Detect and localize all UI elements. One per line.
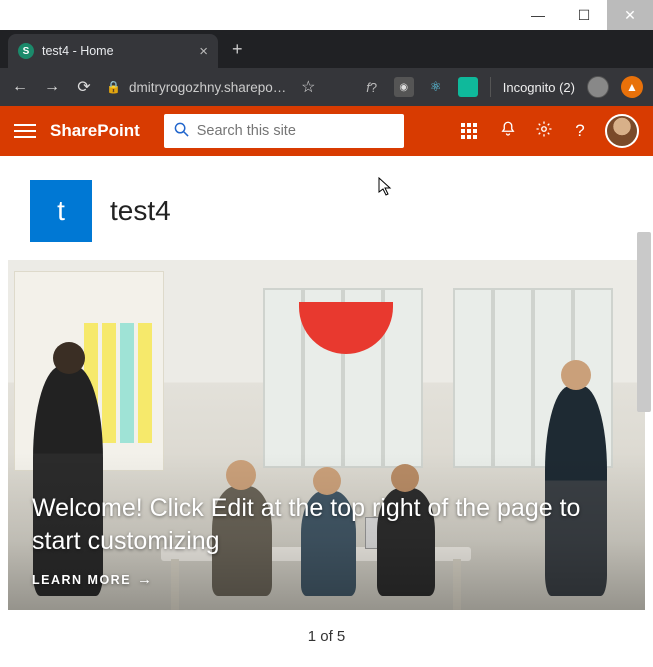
- app-launcher-button[interactable]: [461, 123, 483, 139]
- reload-button[interactable]: ⟳: [74, 77, 94, 97]
- search-box[interactable]: [164, 114, 404, 148]
- lock-icon: 🔒: [106, 80, 121, 94]
- page-content: Welcome! Click Edit at the top right of …: [0, 260, 653, 663]
- window-minimize-button[interactable]: —: [515, 0, 561, 30]
- vertical-scrollbar[interactable]: [637, 232, 651, 572]
- search-input[interactable]: [197, 123, 394, 139]
- window-maximize-button[interactable]: ☐: [561, 0, 607, 30]
- hero-image-lamp: [299, 302, 393, 354]
- learn-more-label: LEARN MORE: [32, 573, 131, 587]
- window-controls: — ☐ ✕: [0, 0, 653, 30]
- site-title: test4: [110, 195, 171, 227]
- gear-icon: [535, 120, 553, 138]
- extension-camera-icon[interactable]: ◉: [394, 77, 414, 97]
- hero-webpart[interactable]: Welcome! Click Edit at the top right of …: [8, 260, 645, 610]
- site-logo[interactable]: t: [30, 180, 92, 242]
- browser-tab-strip: S test4 - Home × +: [0, 30, 653, 68]
- scrollbar-thumb[interactable]: [637, 232, 651, 412]
- hero-image-window: [453, 288, 613, 468]
- search-icon: [174, 122, 189, 141]
- carousel-pager: 1 of 5: [4, 610, 649, 663]
- new-tab-button[interactable]: +: [232, 39, 243, 60]
- react-devtools-icon[interactable]: ⚛: [426, 77, 446, 97]
- sharepoint-suite-bar: SharePoint ?: [0, 106, 653, 156]
- back-button[interactable]: ←: [10, 78, 30, 96]
- learn-more-link[interactable]: LEARN MORE →: [32, 571, 585, 588]
- address-bar[interactable]: 🔒 dmitryrogozhny.sharepo…: [106, 80, 286, 95]
- help-button[interactable]: ?: [569, 121, 591, 141]
- url-text: dmitryrogozhny.sharepo…: [129, 80, 286, 95]
- browser-toolbar: ← → ⟳ 🔒 dmitryrogozhny.sharepo… ☆ f? ◉ ⚛…: [0, 68, 653, 106]
- window-close-button[interactable]: ✕: [607, 0, 653, 30]
- incognito-avatar-icon[interactable]: [587, 76, 609, 98]
- nav-menu-button[interactable]: [14, 124, 36, 138]
- forward-button[interactable]: →: [42, 78, 62, 96]
- notifications-button[interactable]: [497, 120, 519, 143]
- hero-title: Welcome! Click Edit at the top right of …: [32, 492, 585, 557]
- bookmark-star-icon[interactable]: ☆: [298, 77, 318, 97]
- hero-image-whiteboard: [14, 271, 164, 471]
- pager-text: 1 of 5: [308, 628, 346, 645]
- extension-icons: f? ◉ ⚛: [362, 77, 478, 97]
- tab-title: test4 - Home: [42, 44, 191, 58]
- site-header: t test4: [0, 156, 653, 260]
- arrow-right-icon: →: [137, 571, 154, 588]
- profile-avatar[interactable]: [605, 114, 639, 148]
- extension-f-icon[interactable]: f?: [362, 77, 382, 97]
- close-tab-icon[interactable]: ×: [199, 43, 208, 60]
- settings-button[interactable]: [533, 120, 555, 143]
- extension-orange-icon[interactable]: ▲: [621, 76, 643, 98]
- sharepoint-brand[interactable]: SharePoint: [50, 121, 140, 141]
- incognito-indicator[interactable]: Incognito (2): [503, 80, 575, 95]
- waffle-icon: [461, 123, 483, 139]
- hero-image-window: [263, 288, 423, 468]
- sharepoint-favicon-icon: S: [18, 43, 34, 59]
- hero-image-sticky-notes: [84, 323, 174, 443]
- hero-overlay: Welcome! Click Edit at the top right of …: [32, 492, 585, 588]
- bell-icon: [499, 120, 517, 138]
- extension-green-icon[interactable]: [458, 77, 478, 97]
- browser-tab[interactable]: S test4 - Home ×: [8, 34, 218, 68]
